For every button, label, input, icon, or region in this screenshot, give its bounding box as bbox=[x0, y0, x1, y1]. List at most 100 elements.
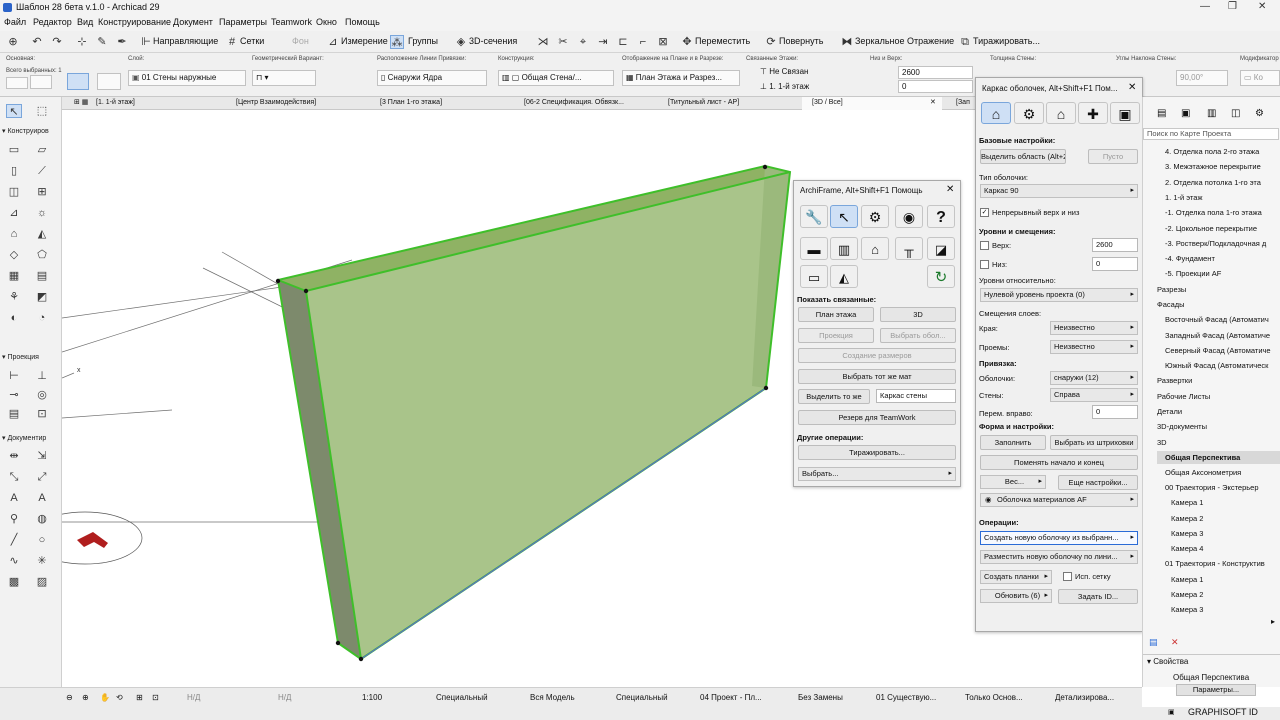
parameters-button[interactable]: Параметры... bbox=[1176, 684, 1256, 696]
column-tool-icon[interactable]: ▯ bbox=[6, 164, 22, 178]
choose-dropdown[interactable]: Выбрать... bbox=[798, 467, 956, 481]
nav-add-icon[interactable]: ▤ bbox=[1149, 637, 1158, 648]
slant-input[interactable]: 90,00° bbox=[1176, 70, 1228, 86]
mirror-icon[interactable]: ⧓ bbox=[840, 35, 854, 49]
nav-item[interactable]: Детали bbox=[1157, 407, 1280, 416]
tab-floor-1[interactable]: [1. 1-й этаж] bbox=[86, 97, 226, 110]
add-element-icon[interactable]: ✚ bbox=[1078, 102, 1108, 124]
nav-item[interactable]: Общая Аксонометрия bbox=[1165, 468, 1280, 477]
text-tool-icon[interactable]: ▤ bbox=[6, 407, 22, 421]
intersect-icon[interactable]: ⌖ bbox=[576, 35, 590, 49]
navigator-search-input[interactable]: Поиск по Карте Проекта bbox=[1143, 128, 1279, 140]
height-bottom-input[interactable]: 0 bbox=[898, 80, 973, 93]
floor-plan-button[interactable]: План этажа bbox=[798, 307, 874, 322]
shell-type-dropdown[interactable]: Каркас 90 bbox=[980, 184, 1138, 198]
top-checkbox[interactable] bbox=[980, 241, 989, 250]
open-icon[interactable]: ⊕ bbox=[6, 35, 20, 49]
nav-item[interactable]: Камера 2 bbox=[1171, 590, 1280, 599]
nav-item[interactable]: Фасады bbox=[1157, 300, 1280, 309]
nav-item[interactable]: Камера 2 bbox=[1171, 514, 1280, 523]
refline-dropdown[interactable]: ▯ Снаружи Ядра bbox=[377, 70, 487, 86]
walls-dropdown[interactable]: Справа bbox=[1050, 388, 1138, 402]
close-icon[interactable]: ✕ bbox=[1258, 1, 1266, 12]
worksheet-tool-icon[interactable]: ⤢ bbox=[34, 470, 50, 484]
pen-set-dropdown[interactable] bbox=[97, 73, 121, 90]
nav-item[interactable]: 2. Отделка потолка 1-го эта bbox=[1165, 178, 1280, 187]
roof-tool-icon[interactable]: ⌂ bbox=[6, 227, 22, 241]
layers-icon[interactable]: ▣ bbox=[1110, 102, 1140, 124]
menu-file[interactable]: Файл bbox=[4, 17, 26, 27]
marquee-tool-icon[interactable]: ⬚ bbox=[34, 104, 50, 118]
nav-item[interactable]: -2. Цокольное перекрытие bbox=[1165, 224, 1280, 233]
nav-item[interactable]: Северный Фасад (Автоматиче bbox=[1165, 346, 1280, 355]
wall-tool-icon[interactable]: ▭ bbox=[6, 143, 22, 157]
tab-title-sheet[interactable]: [Титульный лист - АР] bbox=[658, 97, 798, 110]
section-projection[interactable]: ▾ Проекция bbox=[2, 353, 39, 361]
model-view-value[interactable]: Вся Модель bbox=[530, 693, 575, 702]
geometry-dropdown[interactable]: ⊓ ▾ bbox=[252, 70, 316, 86]
menu-teamwork[interactable]: Teamwork bbox=[271, 17, 312, 27]
select-hatch-button[interactable]: Выбрать из штриховки bbox=[1050, 435, 1138, 450]
wall-frame-icon[interactable]: ▥ bbox=[830, 237, 858, 260]
nav-item[interactable]: -5. Проекции AF bbox=[1165, 269, 1280, 278]
shell-settings-icon[interactable]: ⚙ bbox=[1014, 102, 1044, 124]
nav-organizer-icon[interactable]: ⚙ bbox=[1255, 108, 1264, 119]
redo-icon[interactable]: ↷ bbox=[50, 35, 64, 49]
angle-dim-icon[interactable]: ◎ bbox=[34, 388, 50, 402]
inject-icon[interactable]: ✎ bbox=[95, 35, 109, 49]
story-top[interactable]: ⊤ Не Связан bbox=[760, 67, 808, 76]
more-settings-button[interactable]: Еще настройки... bbox=[1058, 475, 1138, 490]
nav-item[interactable]: Развертки bbox=[1157, 376, 1280, 385]
select-pointer-icon[interactable]: ↖ bbox=[830, 205, 858, 228]
offset-icon[interactable]: ⊏ bbox=[616, 35, 630, 49]
layer-dropdown[interactable]: ▣ 01 Стены наружные bbox=[128, 70, 246, 86]
stair-tool-icon[interactable]: ⊿ bbox=[6, 206, 22, 220]
grids-label[interactable]: Сетки bbox=[240, 36, 264, 46]
window-tool-icon[interactable]: ⊞ bbox=[34, 185, 50, 199]
spline-tool-icon[interactable]: ∿ bbox=[6, 554, 22, 568]
nav-item[interactable]: 01 Траектория - Конструктив bbox=[1165, 559, 1280, 568]
openings-dropdown[interactable]: Неизвестно bbox=[1050, 340, 1138, 354]
measure-label[interactable]: Измерение bbox=[341, 36, 388, 46]
scroll-arrow-icon[interactable]: ▸ bbox=[1271, 617, 1275, 626]
help-icon[interactable]: ? bbox=[927, 205, 955, 228]
detail-tool-icon[interactable]: ⤡ bbox=[6, 470, 22, 484]
label-a-icon[interactable]: A bbox=[34, 491, 50, 505]
nav-item[interactable]: Камера 1 bbox=[1171, 575, 1280, 584]
shift-right-input[interactable]: 0 bbox=[1092, 405, 1138, 419]
settings-gear-icon[interactable]: ⚙ bbox=[861, 205, 889, 228]
detail-level-value[interactable]: Детализирова... bbox=[1055, 693, 1114, 702]
structural-only-value[interactable]: Только Основ... bbox=[965, 693, 1023, 702]
grids-icon[interactable]: # bbox=[225, 35, 239, 49]
nav-view-map-icon[interactable]: ▣ bbox=[1181, 108, 1190, 119]
menu-options[interactable]: Параметры bbox=[219, 17, 267, 27]
move-label[interactable]: Переместить bbox=[695, 36, 750, 46]
weight-dropdown[interactable]: Вес... bbox=[980, 475, 1046, 489]
relative-dropdown[interactable]: Нулевой уровень проекта (0) bbox=[980, 288, 1138, 302]
swap-button[interactable]: Поменять начало и конец bbox=[980, 455, 1138, 470]
graphisoft-id-label[interactable]: GRAPHISOFT ID bbox=[1188, 707, 1258, 717]
menu-design[interactable]: Конструирование bbox=[98, 17, 171, 27]
material-dropdown[interactable]: ◉ Оболочка материалов AF bbox=[980, 493, 1138, 507]
board-icon[interactable]: ▭ bbox=[800, 265, 828, 288]
nav-item[interactable]: 3D bbox=[1157, 438, 1280, 447]
select-mode-1[interactable] bbox=[6, 77, 28, 89]
story-bottom[interactable]: ⊥ 1. 1-й этаж bbox=[760, 82, 809, 91]
display-dropdown[interactable]: ▦ План Этажа и Разрез... bbox=[622, 70, 740, 86]
undo-icon[interactable]: ↶ bbox=[30, 35, 44, 49]
pin-icon[interactable]: ⚲ bbox=[6, 512, 22, 526]
menu-window[interactable]: Окно bbox=[316, 17, 337, 27]
line-tool-icon[interactable]: ╱ bbox=[6, 533, 22, 547]
tab-collab-center[interactable]: [Центр Взаимодействия] bbox=[226, 97, 366, 110]
arrow-tool-icon[interactable]: ↖ bbox=[6, 104, 22, 118]
properties-header[interactable]: ▾ Свойства bbox=[1143, 654, 1280, 668]
shells-dropdown[interactable]: снаружи (12) bbox=[1050, 371, 1138, 385]
measure-icon[interactable]: ⊿ bbox=[326, 35, 340, 49]
bottom-checkbox[interactable] bbox=[980, 260, 989, 269]
nav-item[interactable]: Восточный Фасад (Автоматич bbox=[1165, 315, 1280, 324]
maximize-icon[interactable]: ❐ bbox=[1228, 1, 1237, 12]
top-input[interactable]: 2600 bbox=[1092, 238, 1138, 252]
door-tool-icon[interactable]: ◫ bbox=[6, 185, 22, 199]
select-same-input[interactable]: Каркас стены bbox=[876, 389, 956, 403]
zoom-out-icon[interactable]: ⊖ bbox=[66, 693, 73, 702]
